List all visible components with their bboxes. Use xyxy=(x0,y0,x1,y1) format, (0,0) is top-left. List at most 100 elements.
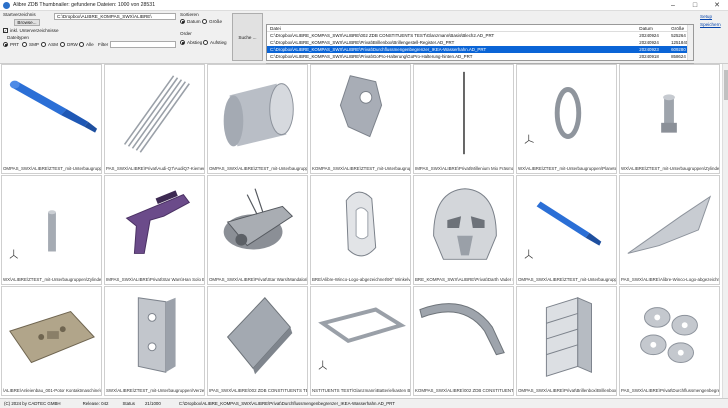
thumbnail-card[interactable]: OMPAS_SWX\ALIBRE\ZTEST_mit-Unterbaugrupp… xyxy=(516,175,617,285)
thumbnail-caption: SWX\ALIBRE\ZTEST_mit-Unterbaugruppen\Ver… xyxy=(106,388,204,393)
thumbnail-caption: PAS_SWX\ALIBRE\Privat\Audi-Q7\AudiQ7-Kie… xyxy=(106,166,204,171)
maximize-icon[interactable]: □ xyxy=(684,0,706,11)
browse-button[interactable]: Browse... xyxy=(14,19,40,26)
control-panel: Startverzeichnis C:\Dropbox\ALIBRE_KOMPA… xyxy=(0,11,728,72)
type-smp[interactable]: SMP xyxy=(22,42,39,47)
thumbnail-card[interactable]: NSTITUENTS TEST\Glanzmann\Batterie\kaste… xyxy=(310,286,411,396)
thumbnail-card[interactable]: OMPAS_SWX\ALIBRE\ZTEST_mit-Unterbaugrupp… xyxy=(1,64,102,174)
list-item[interactable]: C:\Dropbox\ALIBRE_KOMPAS_SWX\ALIBRE\002 … xyxy=(267,32,693,39)
type-all[interactable]: Alle xyxy=(79,42,94,47)
sort-date[interactable]: Datum xyxy=(180,19,201,24)
thumbnail-card[interactable]: PAS_SWX\ALIBRE\Privat\Durchflussmengenbe… xyxy=(619,286,720,396)
bent-sheet-thumbnail xyxy=(419,303,505,356)
thumbnail-caption: OMPAS_SWX\ALIBRE\Privat\Star Wars\Mandal… xyxy=(209,277,307,282)
thumbnail-caption: BRE\Alibre-Winco-Logo-abgezeichnet\90° W… xyxy=(312,277,410,282)
thumbnail-caption: WX\ALIBRE\ZTEST_mit-Unterbaugruppen\Plan… xyxy=(518,166,616,171)
col-name[interactable]: Datei xyxy=(267,26,637,31)
subdirs-option[interactable]: ✓ inkl. Unterverzeichnisse xyxy=(3,28,59,33)
thumbnail-card[interactable]: IMPAS_SWX\ALIBRE\Privat\Star Wars\Han So… xyxy=(104,175,205,285)
grid-scrollbar[interactable] xyxy=(722,64,728,398)
start-dir-label: Startverzeichnis xyxy=(3,12,36,17)
type-prt[interactable]: PRT xyxy=(3,42,19,47)
thumbnail-card[interactable]: IMPAS_SWX\ALIBRE\Privat\Millenium Mio Fr… xyxy=(413,64,514,174)
blue-shaft-thumbnail xyxy=(9,80,98,133)
copyright-text: (C) 2024 by CADTEC GMBH xyxy=(4,401,61,406)
thumbnail-caption: IMPAS_SWX\ALIBRE\Privat\Star Wars\Han So… xyxy=(106,277,204,282)
list-item[interactable]: C:\Dropbox\ALIBRE_KOMPAS_SWX\ALIBRE\Priv… xyxy=(267,39,693,46)
thumbnail-card[interactable]: BRE\Alibre-Winco-Logo-abgezeichnet\90° W… xyxy=(310,175,411,285)
type-prt-radio[interactable] xyxy=(3,42,8,47)
discs-thumbnail xyxy=(640,307,698,363)
thumbnail-card[interactable]: OMPAS_SWX\ALIBRE\Privat\Star Wars\Mandal… xyxy=(207,175,308,285)
thumbnail-caption: PAS_SWX\ALIBRE\Alibre-Winco-Logo-abgezei… xyxy=(621,277,719,282)
start-dir-field[interactable]: C:\Dropbox\ALIBRE_KOMPAS_SWX\ALIBRE\ xyxy=(54,13,176,20)
plate-thumbnail xyxy=(9,310,95,364)
close-icon[interactable]: ✕ xyxy=(706,0,728,11)
panel-thumbnail xyxy=(226,297,293,375)
helmet-thumbnail xyxy=(433,188,497,260)
ring-thumbnail xyxy=(524,87,582,144)
sort-size-radio[interactable] xyxy=(202,19,207,24)
thumbnail-card[interactable]: OMPAS_SWX\ALIBRE\ZTEST_mit-Unterbaugrupp… xyxy=(207,64,308,174)
shelf-thumbnail xyxy=(545,297,592,377)
fins-thumbnail xyxy=(123,75,190,153)
spaceship-thumbnail xyxy=(223,188,294,250)
type-asm[interactable]: ASM xyxy=(41,42,58,47)
order-label: Order xyxy=(180,31,192,36)
order-asc-radio[interactable] xyxy=(180,40,185,45)
thumbnail-caption: WX\ALIBRE\ZTEST_mit-Unterbaugruppen\Zyli… xyxy=(621,166,719,171)
search-button[interactable]: Suche ... xyxy=(232,13,263,61)
thumbnail-card[interactable]: SWX\ALIBRE\ZTEST_mit-Unterbaugruppen\Ver… xyxy=(104,286,205,396)
filter-label: Filter xyxy=(98,42,109,47)
save-link[interactable]: Speichern xyxy=(700,22,721,27)
thumbnail-card[interactable]: WX\ALIBRE\ZTEST_mit-Unterbaugruppen\Zyli… xyxy=(1,175,102,285)
order-desc-radio[interactable] xyxy=(203,40,208,45)
thumbnail-card[interactable]: OMPAS_SWX\ALIBRE\Privat\Brillenbox\Brill… xyxy=(516,286,617,396)
file-list-header: Datei Datum Größe xyxy=(267,25,693,32)
thumbnail-card[interactable]: \ALIBRE\Anleienbau_001-Potor Kontaktmasc… xyxy=(1,286,102,396)
pin-thumbnail xyxy=(9,210,56,259)
thumbnail-card[interactable]: PAS_SWX\ALIBRE\Privat\Audi-Q7\AudiQ7-Kie… xyxy=(104,64,205,174)
col-date[interactable]: Datum xyxy=(637,26,669,31)
list-item-selected[interactable]: C:\Dropbox\ALIBRE_KOMPAS_SWX\ALIBRE\Priv… xyxy=(267,46,693,53)
thumbnail-caption: BRE_KOMPAS_SWX\ALIBRE\Privat\Darth Vader… xyxy=(415,277,513,282)
type-drw[interactable]: DRW xyxy=(60,42,78,47)
order-asc[interactable]: Abstieg xyxy=(180,40,202,45)
thumbnail-card[interactable]: KOMPAS_SWX\ALIBRE\002 ZDB CONSTITUENTS T… xyxy=(413,286,514,396)
release-text: Release: 042 xyxy=(82,401,109,406)
title-bar: Alibre ZDB Thumbnailer: gefundene Dateie… xyxy=(0,0,728,11)
thumbnail-caption: IMPAS_SWX\ALIBRE\Privat\Millenium Mio Fr… xyxy=(415,166,513,171)
pin-thumbnail xyxy=(661,94,677,133)
rod-thumbnail xyxy=(463,71,465,155)
grid-scrollbar-thumb[interactable] xyxy=(724,70,728,100)
file-list[interactable]: Datei Datum Größe C:\Dropbox\ALIBRE_KOMP… xyxy=(266,24,694,61)
type-drw-radio[interactable] xyxy=(60,42,65,47)
thumbnail-caption: KOMPAS_SWX\ALIBRE\ZTEST_mit-Unterbaugrup… xyxy=(312,166,410,171)
thumbnail-caption: OMPAS_SWX\ALIBRE\Privat\Brillenbox\Brill… xyxy=(518,388,616,393)
order-desc[interactable]: Aufstieg xyxy=(203,40,227,45)
type-all-radio[interactable] xyxy=(79,42,84,47)
sort-date-radio[interactable] xyxy=(180,19,185,24)
thumbnail-card[interactable]: IPAS_SWX\ALIBRE\002 ZDB CONSTITUENTS TES… xyxy=(207,286,308,396)
setup-link[interactable]: Setup xyxy=(700,14,712,19)
status-bar: (C) 2024 by CADTEC GMBH Release: 042 Sta… xyxy=(0,398,728,408)
type-smp-radio[interactable] xyxy=(22,42,27,47)
thumbnail-card[interactable]: WX\ALIBRE\ZTEST_mit-Unterbaugruppen\Plan… xyxy=(516,64,617,174)
thumbnail-caption: \ALIBRE\Anleienbau_001-Potor Kontaktmasc… xyxy=(3,388,101,393)
thumbnail-card[interactable]: WX\ALIBRE\ZTEST_mit-Unterbaugruppen\Zyli… xyxy=(619,64,720,174)
thumbnail-card[interactable]: KOMPAS_SWX\ALIBRE\ZTEST_mit-Unterbaugrup… xyxy=(310,64,411,174)
thumbnail-caption: OMPAS_SWX\ALIBRE\ZTEST_mit-Unterbaugrupp… xyxy=(209,166,307,171)
thumbnail-caption: PAS_SWX\ALIBRE\Privat\Durchflussmengenbe… xyxy=(621,388,719,393)
sort-size[interactable]: Größe xyxy=(202,19,222,24)
list-item[interactable]: C:\Dropbox\ALIBRE_KOMPAS_SWX\ALIBRE\Priv… xyxy=(267,53,693,60)
thumbnail-card[interactable]: BRE_KOMPAS_SWX\ALIBRE\Privat\Darth Vader… xyxy=(413,175,514,285)
minimize-icon[interactable]: – xyxy=(662,0,684,11)
filter-input[interactable] xyxy=(110,41,176,48)
file-list-scrollbar[interactable] xyxy=(687,25,693,60)
type-asm-radio[interactable] xyxy=(41,42,46,47)
thumbnail-caption: KOMPAS_SWX\ALIBRE\002 ZDB CONSTITUENTS T… xyxy=(415,388,513,393)
cylinder-thumbnail xyxy=(223,83,294,147)
thumbnail-card[interactable]: PAS_SWX\ALIBRE\Alibre-Winco-Logo-abgezei… xyxy=(619,175,720,285)
subdirs-checkbox[interactable]: ✓ xyxy=(3,28,8,33)
status-value: 21/1000 xyxy=(144,401,161,406)
